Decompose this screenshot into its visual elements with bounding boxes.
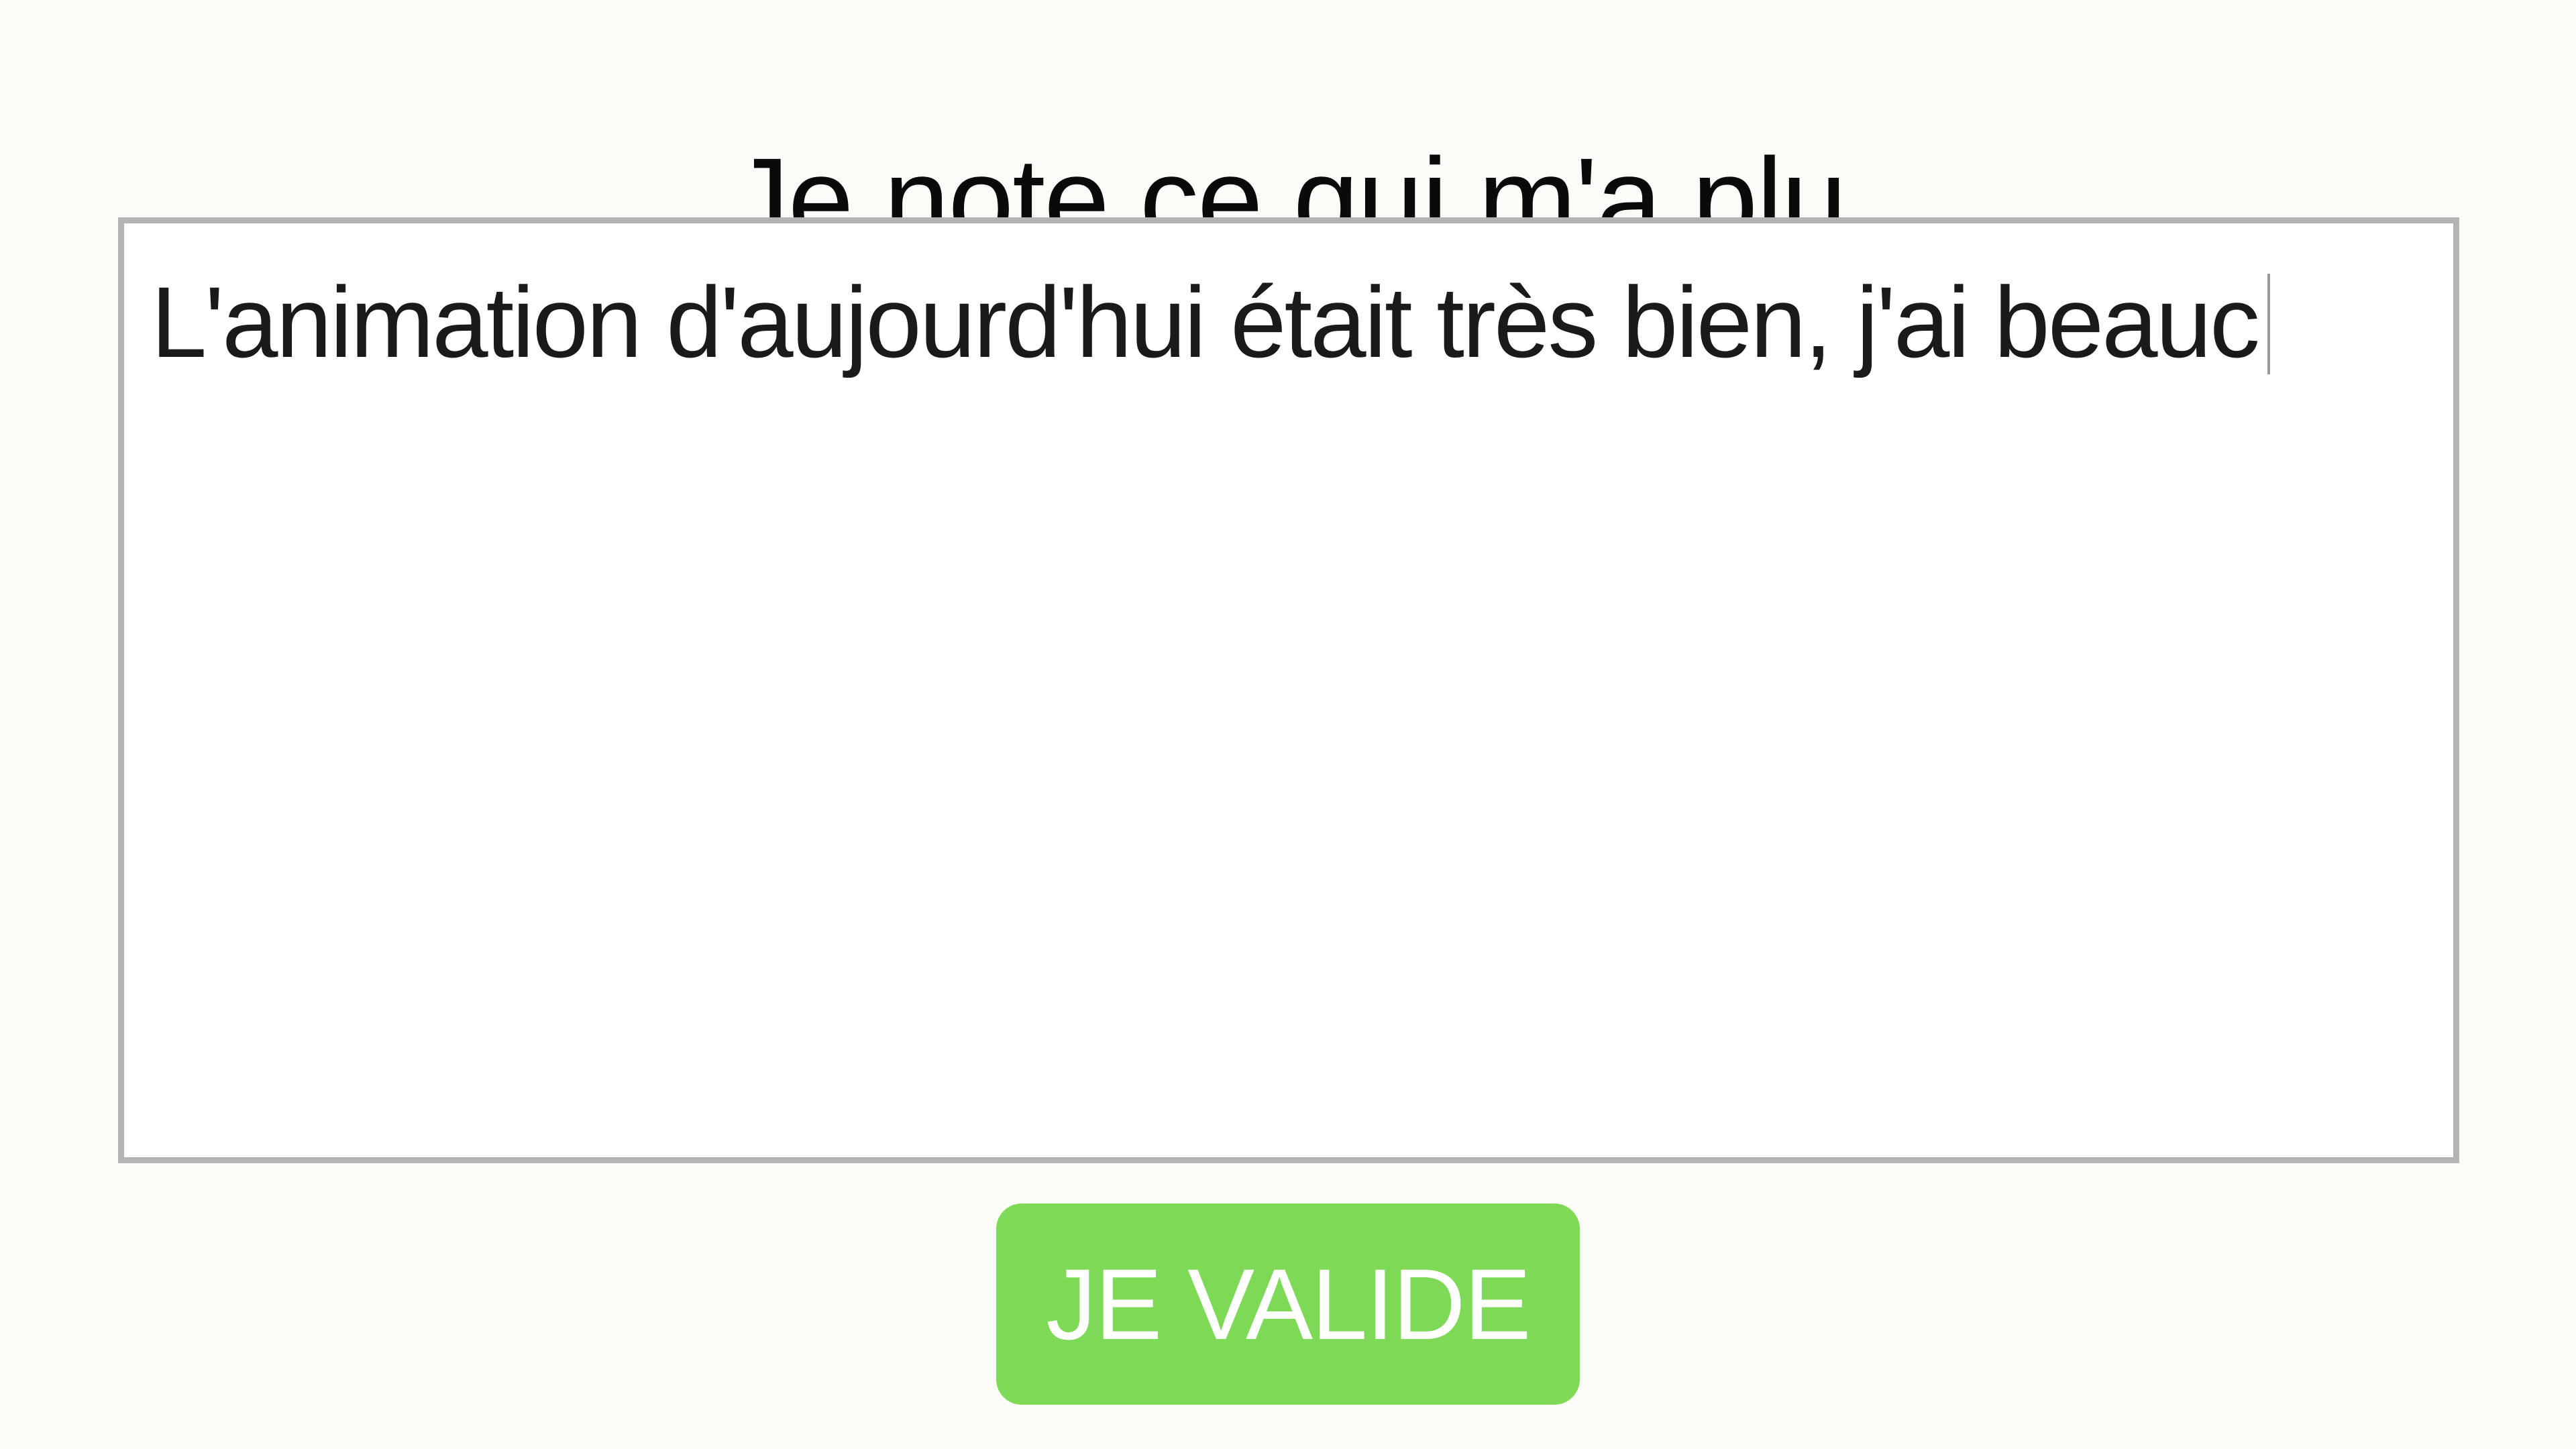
note-text: L'animation d'aujourd'hui était très bie… — [151, 265, 2270, 379]
validate-button[interactable]: JE VALIDE — [996, 1203, 1580, 1405]
text-caret — [2267, 274, 2270, 375]
note-value: L'animation d'aujourd'hui était très bie… — [151, 266, 2260, 378]
note-textarea[interactable]: L'animation d'aujourd'hui était très bie… — [118, 217, 2459, 1163]
